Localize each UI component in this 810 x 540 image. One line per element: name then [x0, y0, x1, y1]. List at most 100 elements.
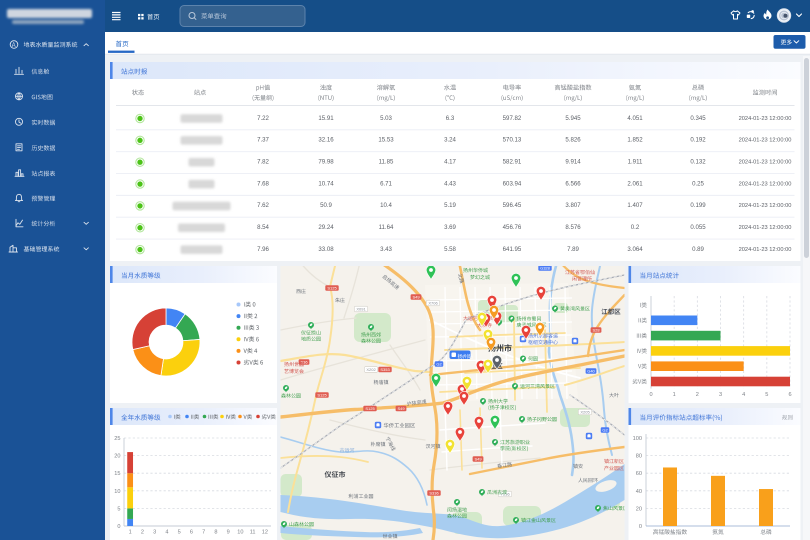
svg-text:5.945: 5.945: [565, 115, 581, 122]
svg-text:S49: S49: [474, 457, 482, 462]
svg-text:6.566: 6.566: [565, 180, 581, 187]
svg-text:7.62: 7.62: [257, 202, 269, 209]
svg-text:2024-01-23 12:00:00: 2024-01-23 12:00:00: [739, 181, 792, 187]
svg-text:7.89: 7.89: [567, 246, 579, 253]
svg-text:6.3: 6.3: [446, 115, 455, 122]
svg-text:1: 1: [673, 392, 676, 398]
svg-text:S49: S49: [397, 406, 405, 411]
svg-text:S353: S353: [380, 367, 390, 372]
svg-text:8.54: 8.54: [257, 224, 269, 231]
svg-text:G328: G328: [540, 266, 551, 271]
svg-text:6: 6: [190, 530, 193, 536]
svg-text:7.22: 7.22: [257, 115, 269, 122]
svg-text:5: 5: [117, 506, 120, 512]
svg-text:9.914: 9.914: [565, 159, 581, 166]
svg-text:15.53: 15.53: [378, 137, 394, 144]
svg-text:S336: S336: [429, 491, 439, 496]
svg-text:4.051: 4.051: [627, 115, 643, 122]
svg-text:456.76: 456.76: [503, 224, 522, 231]
svg-text:12: 12: [262, 530, 268, 536]
svg-text:7.96: 7.96: [257, 246, 269, 253]
svg-text:S49: S49: [412, 295, 420, 300]
svg-text:3.43: 3.43: [380, 246, 392, 253]
svg-text:60: 60: [636, 471, 642, 477]
svg-text:10.4: 10.4: [380, 202, 392, 209]
svg-text:20: 20: [636, 506, 642, 512]
svg-text:S125: S125: [317, 393, 327, 398]
svg-text:4.43: 4.43: [444, 180, 456, 187]
svg-text:6.71: 6.71: [380, 180, 392, 187]
svg-text:25: 25: [114, 436, 120, 442]
svg-text:X205: X205: [580, 410, 590, 415]
svg-text:10: 10: [114, 489, 120, 495]
svg-text:4.17: 4.17: [444, 159, 456, 166]
svg-text:2024-01-23 12:00:00: 2024-01-23 12:00:00: [739, 160, 792, 166]
svg-text:2024-01-23 12:00:00: 2024-01-23 12:00:00: [739, 116, 792, 122]
svg-text:4: 4: [165, 530, 168, 536]
svg-text:0.89: 0.89: [692, 246, 704, 253]
svg-text:8: 8: [214, 530, 217, 536]
svg-text:5.03: 5.03: [380, 115, 392, 122]
svg-text:15.91: 15.91: [318, 115, 334, 122]
svg-text:7.68: 7.68: [257, 180, 269, 187]
svg-text:2024-01-23 12:00:00: 2024-01-23 12:00:00: [739, 225, 792, 231]
svg-text:11.85: 11.85: [379, 159, 394, 166]
svg-text:1.852: 1.852: [627, 137, 643, 144]
svg-text:0.055: 0.055: [690, 224, 706, 231]
svg-text:4: 4: [742, 392, 745, 398]
svg-text:50.9: 50.9: [320, 202, 332, 209]
svg-text:S28: S28: [592, 328, 600, 333]
svg-text:80: 80: [636, 454, 642, 460]
svg-text:10.74: 10.74: [318, 180, 334, 187]
svg-text:641.95: 641.95: [503, 246, 522, 253]
svg-text:1.407: 1.407: [627, 202, 643, 209]
svg-text:X706: X706: [428, 301, 438, 306]
svg-text:0.345: 0.345: [690, 115, 706, 122]
svg-text:32.16: 32.16: [318, 137, 334, 144]
svg-text:2: 2: [141, 530, 144, 536]
svg-text:3.69: 3.69: [444, 224, 456, 231]
svg-text:3: 3: [719, 392, 722, 398]
svg-text:11.64: 11.64: [379, 224, 394, 231]
svg-text:7: 7: [202, 530, 205, 536]
svg-text:0.199: 0.199: [690, 202, 706, 209]
svg-text:33.08: 33.08: [318, 246, 334, 253]
svg-text:G40: G40: [587, 369, 595, 374]
svg-text:0: 0: [649, 392, 652, 398]
svg-text:2.061: 2.061: [627, 180, 643, 187]
svg-text:5: 5: [178, 530, 181, 536]
svg-text:3.064: 3.064: [627, 246, 643, 253]
svg-text:15: 15: [114, 471, 120, 477]
svg-text:0.132: 0.132: [690, 159, 706, 166]
svg-text:0: 0: [117, 524, 120, 530]
svg-text:596.45: 596.45: [503, 202, 522, 209]
svg-text:603.94: 603.94: [503, 180, 522, 187]
svg-text:7.37: 7.37: [257, 137, 269, 144]
svg-text:S125: S125: [327, 286, 337, 291]
svg-text:X091: X091: [356, 307, 366, 312]
svg-text:0.25: 0.25: [692, 180, 704, 187]
svg-text:1: 1: [129, 530, 132, 536]
svg-text:5: 5: [765, 392, 768, 398]
svg-text:X202: X202: [366, 367, 376, 372]
svg-text:11: 11: [250, 530, 256, 536]
svg-text:5.19: 5.19: [444, 202, 456, 209]
svg-text:6: 6: [788, 392, 791, 398]
svg-text:9: 9: [227, 530, 230, 536]
svg-text:570.13: 570.13: [503, 137, 522, 144]
svg-text:G2: G2: [602, 428, 608, 433]
svg-text:5.58: 5.58: [444, 246, 456, 253]
svg-text:3.24: 3.24: [444, 137, 456, 144]
svg-text:1.911: 1.911: [628, 159, 643, 166]
svg-text:2024-01-23 12:00:00: 2024-01-23 12:00:00: [739, 203, 792, 209]
svg-text:582.91: 582.91: [503, 159, 522, 166]
svg-text:S125: S125: [365, 406, 375, 411]
svg-text:5.826: 5.826: [565, 137, 581, 144]
svg-text:3: 3: [153, 530, 156, 536]
svg-text:2: 2: [696, 392, 699, 398]
svg-text:0.2: 0.2: [631, 224, 640, 231]
svg-text:2024-01-23 12:00:00: 2024-01-23 12:00:00: [739, 138, 792, 144]
svg-text:29.24: 29.24: [318, 224, 334, 231]
svg-text:40: 40: [636, 489, 642, 495]
svg-text:G2: G2: [436, 362, 442, 367]
